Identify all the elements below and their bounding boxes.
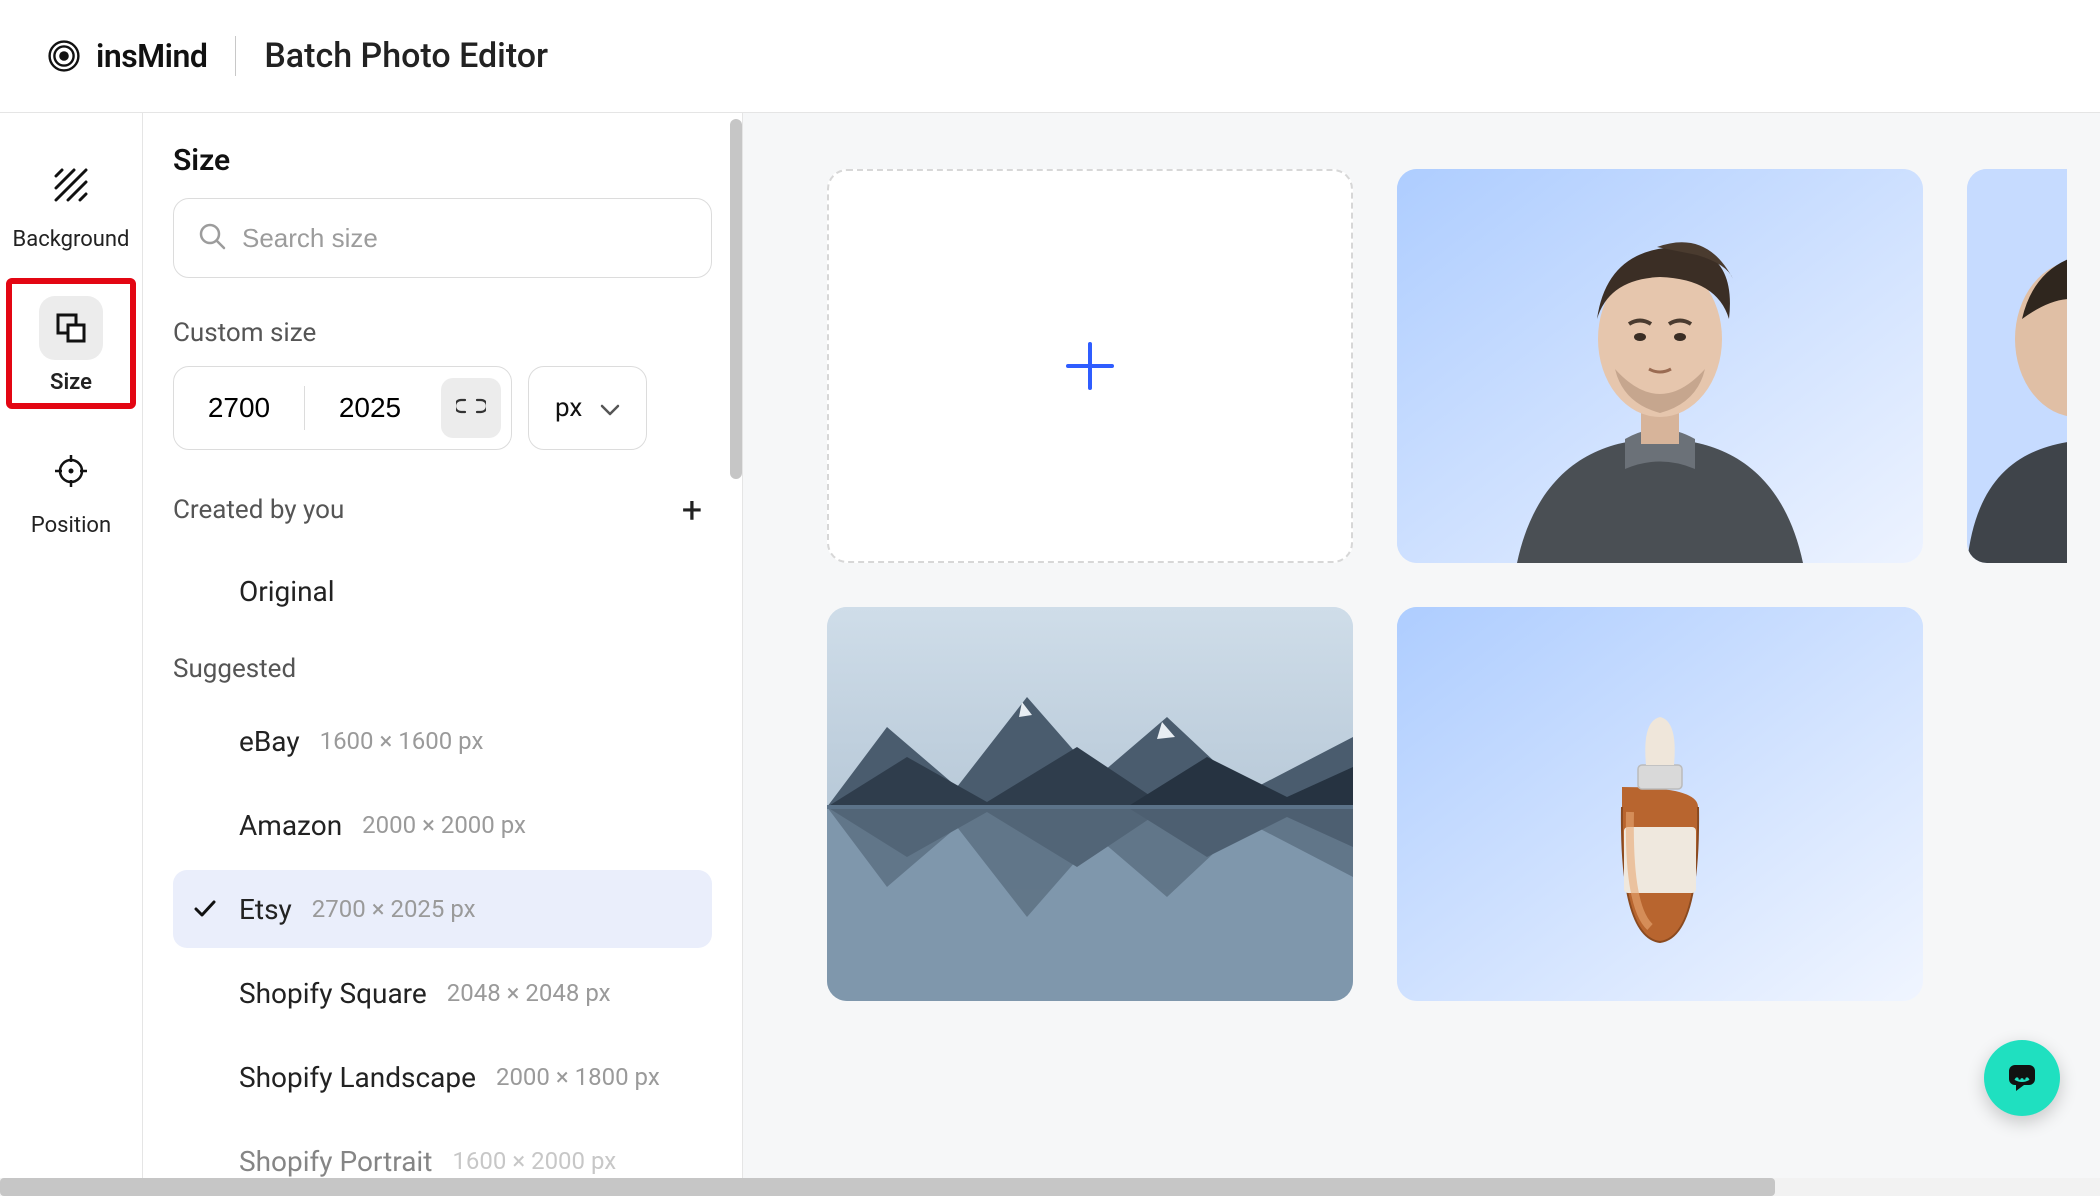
size-name: Shopify Portrait [239, 1145, 432, 1178]
size-option-shopify-landscape[interactable]: Shopify Landscape 2000 × 1800 px [173, 1038, 712, 1116]
brand-logo-icon [48, 40, 80, 72]
crosshair-icon [39, 439, 103, 503]
image-tile[interactable] [827, 607, 1353, 1001]
size-dims: 2000 × 1800 px [496, 1063, 660, 1091]
scrollbar-thumb[interactable] [0, 1178, 1775, 1196]
search-input[interactable] [242, 223, 687, 254]
width-input[interactable] [174, 392, 304, 424]
size-dims: 1600 × 2000 px [452, 1147, 616, 1175]
size-option-original[interactable]: Original [173, 552, 712, 630]
size-option-shopify-square[interactable]: Shopify Square 2048 × 2048 px [173, 954, 712, 1032]
created-by-you-label: Created by you [173, 495, 344, 525]
canvas-grid [743, 113, 2100, 1196]
app-header: insMind Batch Photo Editor [0, 0, 2100, 113]
suggested-size-list: eBay 1600 × 1600 px Amazon 2000 × 2000 p… [173, 702, 712, 1196]
size-dims: 1600 × 1600 px [320, 727, 484, 755]
image-tile[interactable] [1397, 607, 1923, 1001]
chat-icon [2004, 1058, 2040, 1098]
size-icon [39, 296, 103, 360]
suggested-label: Suggested [173, 654, 712, 684]
support-chat-button[interactable] [1984, 1040, 2060, 1116]
size-dims: 2000 × 2000 px [362, 811, 526, 839]
sidebar-item-label: Size [50, 370, 92, 395]
page-title: Batch Photo Editor [264, 36, 548, 76]
search-icon [198, 222, 226, 254]
header-divider [235, 36, 236, 76]
tool-sidebar: Background Size Position [0, 113, 143, 1196]
sidebar-item-label: Position [31, 513, 111, 538]
panel-title: Size [173, 143, 712, 178]
link-dimensions-button[interactable] [441, 378, 501, 438]
add-custom-size-button[interactable]: + [672, 490, 712, 530]
unit-select[interactable]: px [528, 366, 647, 450]
search-size[interactable] [173, 198, 712, 278]
size-name: Shopify Square [239, 977, 427, 1010]
hatch-icon [39, 153, 103, 217]
size-name: Etsy [239, 893, 292, 926]
sidebar-item-label: Background [13, 227, 130, 252]
chevron-down-icon [600, 393, 620, 423]
custom-size-row: px [173, 366, 712, 450]
sidebar-item-background[interactable]: Background [10, 143, 132, 258]
size-name: Shopify Landscape [239, 1061, 476, 1094]
size-option-amazon[interactable]: Amazon 2000 × 2000 px [173, 786, 712, 864]
size-name: Original [239, 575, 335, 608]
height-input[interactable] [305, 392, 435, 424]
horizontal-scrollbar[interactable] [0, 1178, 2100, 1196]
add-image-tile[interactable] [827, 169, 1353, 563]
plus-icon: + [682, 489, 702, 531]
size-name: eBay [239, 725, 300, 758]
check-icon [191, 900, 219, 918]
link-icon [456, 396, 486, 420]
dimension-group [173, 366, 512, 450]
size-option-etsy[interactable]: Etsy 2700 × 2025 px [173, 870, 712, 948]
unit-label: px [555, 393, 582, 423]
custom-size-label: Custom size [173, 318, 712, 348]
size-dims: 2048 × 2048 px [447, 979, 611, 1007]
created-size-list: Original [173, 552, 712, 630]
size-name: Amazon [239, 809, 342, 842]
size-option-ebay[interactable]: eBay 1600 × 1600 px [173, 702, 712, 780]
size-dims: 2700 × 2025 px [312, 895, 476, 923]
brand-logo[interactable]: insMind [48, 37, 207, 75]
plus-icon [1064, 340, 1116, 392]
image-tile-partial[interactable] [1967, 169, 2067, 563]
sidebar-item-size[interactable]: Size [10, 286, 132, 401]
sidebar-item-position[interactable]: Position [10, 429, 132, 544]
size-panel: Size Custom size px [143, 113, 743, 1196]
brand-name: insMind [96, 37, 207, 75]
main-layout: Background Size Position [0, 113, 2100, 1196]
image-tile[interactable] [1397, 169, 1923, 563]
